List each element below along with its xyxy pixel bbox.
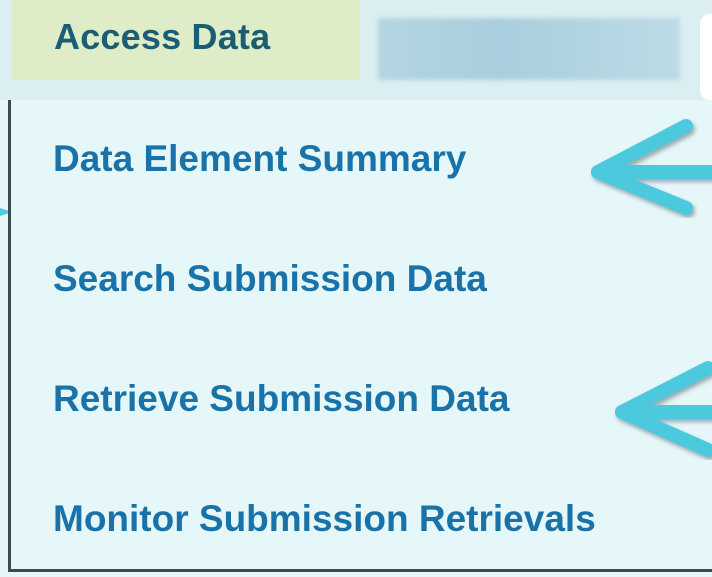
menu-bar: Access Data — [0, 0, 712, 100]
screenshot-frame: Access Data Data Element Summary Search … — [0, 0, 712, 577]
menu-item-retrieve-submission-data[interactable]: Retrieve Submission Data — [53, 378, 509, 420]
tab-access-data-label: Access Data — [54, 16, 271, 57]
menu-item-search-submission-data[interactable]: Search Submission Data — [53, 258, 487, 300]
tab-access-data[interactable]: Access Data — [12, 0, 360, 80]
menu-item-data-element-summary[interactable]: Data Element Summary — [53, 138, 466, 180]
left-arrow-icon — [591, 119, 712, 215]
menu-item-monitor-submission-retrievals[interactable]: Monitor Submission Retrievals — [53, 498, 596, 540]
left-arrow-icon — [615, 361, 712, 457]
tab-blurred-redacted — [378, 18, 680, 80]
adjacent-panel-edge — [700, 14, 712, 100]
